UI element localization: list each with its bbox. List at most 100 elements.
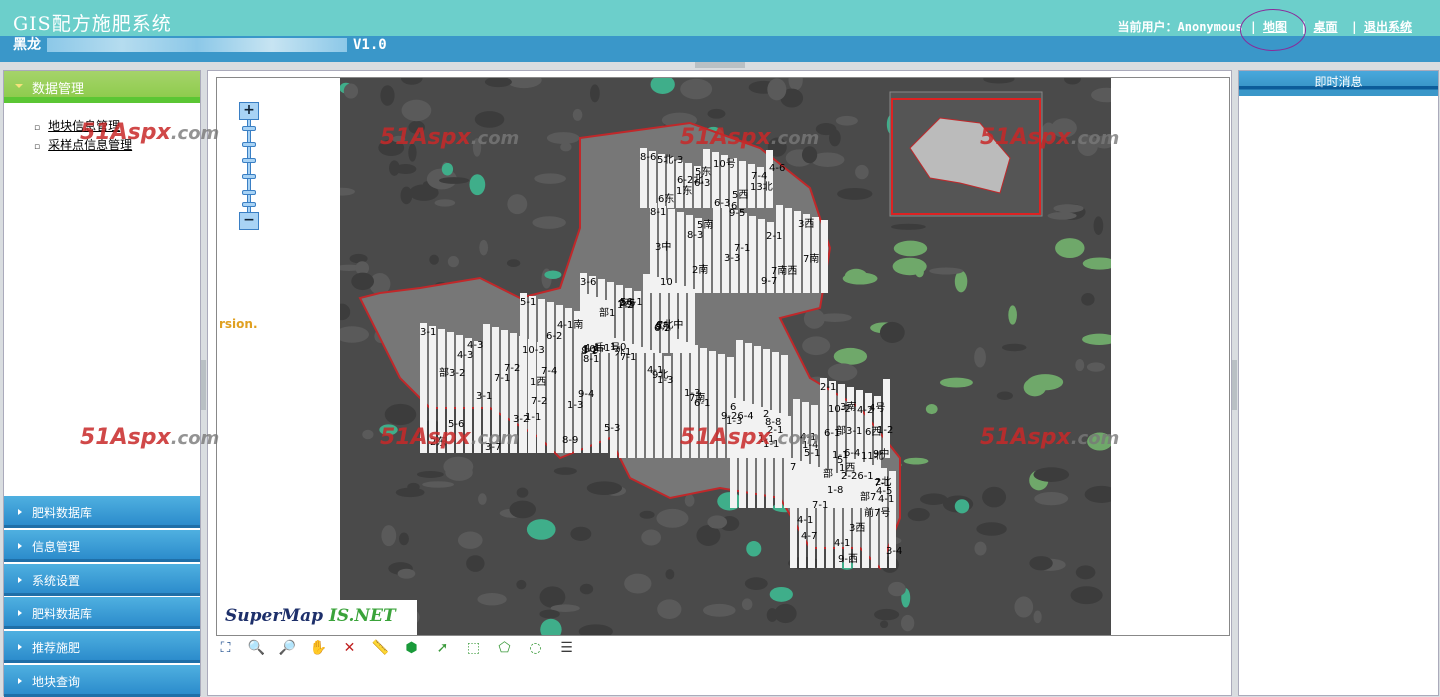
measure-ruler-icon[interactable]: 📏 [371, 639, 390, 657]
parcel-label: 6-1 [694, 398, 710, 409]
terrain-patch [443, 456, 474, 477]
parcel [790, 458, 797, 568]
parcel [583, 294, 590, 453]
select-circle-icon[interactable]: ◌ [526, 639, 545, 657]
zoom-in-icon[interactable]: 🔍 [247, 639, 266, 657]
parcel-label: 9-4 [578, 389, 594, 400]
right-splitter[interactable] [1232, 360, 1237, 410]
parcel-label: 部3-2 [439, 366, 465, 379]
left-splitter[interactable] [201, 360, 206, 410]
parcel-label: 2 [763, 409, 769, 420]
version-text: rsion. [219, 317, 258, 331]
terrain-patch [827, 363, 858, 382]
accordion-recommend[interactable]: 推荐施肥 [4, 631, 200, 663]
terrain-patch [837, 187, 873, 200]
terrain-patch [844, 268, 868, 284]
terrain-patch [641, 529, 662, 546]
subtitle-prefix: 黑龙 [13, 37, 41, 53]
highlight-circle [1240, 9, 1306, 51]
zoom-out-icon[interactable]: 🔎 [278, 639, 297, 657]
terrain-patch [657, 599, 682, 620]
parcel [757, 407, 764, 508]
map-frame: 8-6 8-1 3-6 5-1 3-1 1-0 6 7 2-1 6-2北 8-3 1-2 4-1南 4-3… [216, 77, 1230, 636]
terrain-patch [829, 129, 841, 147]
terrain-patch [422, 481, 455, 488]
header: GIS配方施肥系统 黑龙 V1.0 当前用户：Anonymous | 地图 | 桌面 … [0, 0, 1440, 62]
terrain-patch [401, 99, 432, 122]
map-panel: 8-6 8-1 3-6 5-1 3-1 1-0 6 7 2-1 6-2北 8-3 1-2 4-1南 4-3… [207, 70, 1232, 696]
terrain-patch [380, 85, 395, 106]
zoom-handle[interactable] [242, 202, 256, 207]
terrain-patch [802, 336, 831, 356]
parcel-label: 4-7 [801, 531, 817, 542]
identify-icon[interactable]: ⬢ [402, 639, 421, 657]
logout-link[interactable]: 退出系统 [1364, 20, 1412, 34]
terrain-patch [717, 492, 742, 511]
zoom-tick[interactable] [242, 142, 256, 147]
zoom-slider[interactable]: + − [239, 102, 259, 230]
select-point-icon[interactable]: ➚ [433, 639, 452, 657]
parcel-label: 3-1 [420, 327, 436, 338]
terrain-patch [362, 429, 374, 440]
sidebar-section-data-management[interactable]: 数据管理 [4, 71, 200, 103]
user-label: 当前用户： [1117, 20, 1178, 34]
zoom-tick[interactable] [242, 190, 256, 195]
parcel-label: 7-1 [620, 352, 636, 363]
map-canvas[interactable]: 8-68-13-65-13-11-0672-16-2北8-31-24-1南4-3… [340, 78, 1111, 636]
terrain-patch [441, 162, 454, 176]
pan-hand-icon[interactable]: ✋ [309, 639, 328, 657]
parcel-label: 部 [823, 467, 833, 480]
section-label: 数据管理 [32, 82, 85, 97]
collapse-handle-top[interactable] [695, 62, 745, 68]
zoom-in-button[interactable]: + [239, 102, 259, 120]
terrain-patch [477, 592, 507, 606]
watermark: 51Aspx.com [980, 125, 1120, 150]
parcel-label: 10-3 [522, 345, 545, 356]
parcel-label: 8-3 [687, 230, 703, 241]
parcel-label: 3-2 [513, 414, 529, 425]
clear-icon[interactable]: ✕ [340, 639, 359, 657]
parcel-label: 3西 [798, 219, 814, 230]
terrain-patch [590, 84, 600, 103]
terrain-patch [532, 216, 566, 229]
zoom-tick[interactable] [242, 174, 256, 179]
terrain-patch [893, 240, 928, 257]
layers-icon[interactable]: ☰ [557, 639, 576, 657]
accordion-fertilizer-db-2[interactable]: 肥料数据库 [4, 597, 200, 629]
terrain-patch [940, 377, 973, 388]
accordion-info-management[interactable]: 信息管理 [4, 530, 200, 562]
accordion-parcel-query[interactable]: 地块查询 [4, 665, 200, 697]
zoom-track[interactable] [247, 118, 251, 214]
terrain-patch [516, 579, 527, 590]
parcel-label: 7北中 [657, 318, 683, 331]
parcel-label: 7-1 [812, 500, 828, 511]
user-name: Anonymous [1177, 20, 1243, 34]
watermark: 51Aspx.com [680, 125, 820, 150]
parcel-label: 2-1 [766, 231, 782, 242]
parcel-label: 5南 [697, 218, 713, 231]
terrain-patch [903, 457, 929, 465]
parcel-label: 9-7 [761, 276, 777, 287]
parcel-label: 部1 [599, 306, 615, 319]
logo-sub: IS.NET [328, 606, 396, 626]
parcel-label: 1-3 [567, 400, 583, 411]
parcel-label: 4-6 [769, 163, 785, 174]
parcel-label: 3南 [840, 400, 856, 413]
zoom-tick[interactable] [242, 158, 256, 163]
parcel-label: 7南 [803, 252, 819, 265]
parcel-label: 7-2 [504, 363, 520, 374]
parcel-label: 6-4 [844, 448, 860, 459]
app-subtitle: 黑龙 V1.0 [13, 34, 387, 54]
desktop-link[interactable]: 桌面 [1314, 20, 1338, 34]
select-rect-icon[interactable]: ⬚ [464, 639, 483, 657]
accordion-fertilizer-db[interactable]: 肥料数据库 [4, 496, 200, 528]
parcel-label: 7 [790, 462, 796, 473]
terrain-patch [381, 525, 397, 547]
zoom-out-button[interactable]: − [239, 212, 259, 230]
terrain-patch [1008, 305, 1017, 325]
accordion-system-settings[interactable]: 系统设置 [4, 564, 200, 596]
full-extent-icon[interactable]: ⛶ [216, 639, 235, 657]
select-polygon-icon[interactable]: ⬠ [495, 639, 514, 657]
terrain-patch [439, 177, 470, 184]
zoom-tick[interactable] [242, 126, 256, 131]
